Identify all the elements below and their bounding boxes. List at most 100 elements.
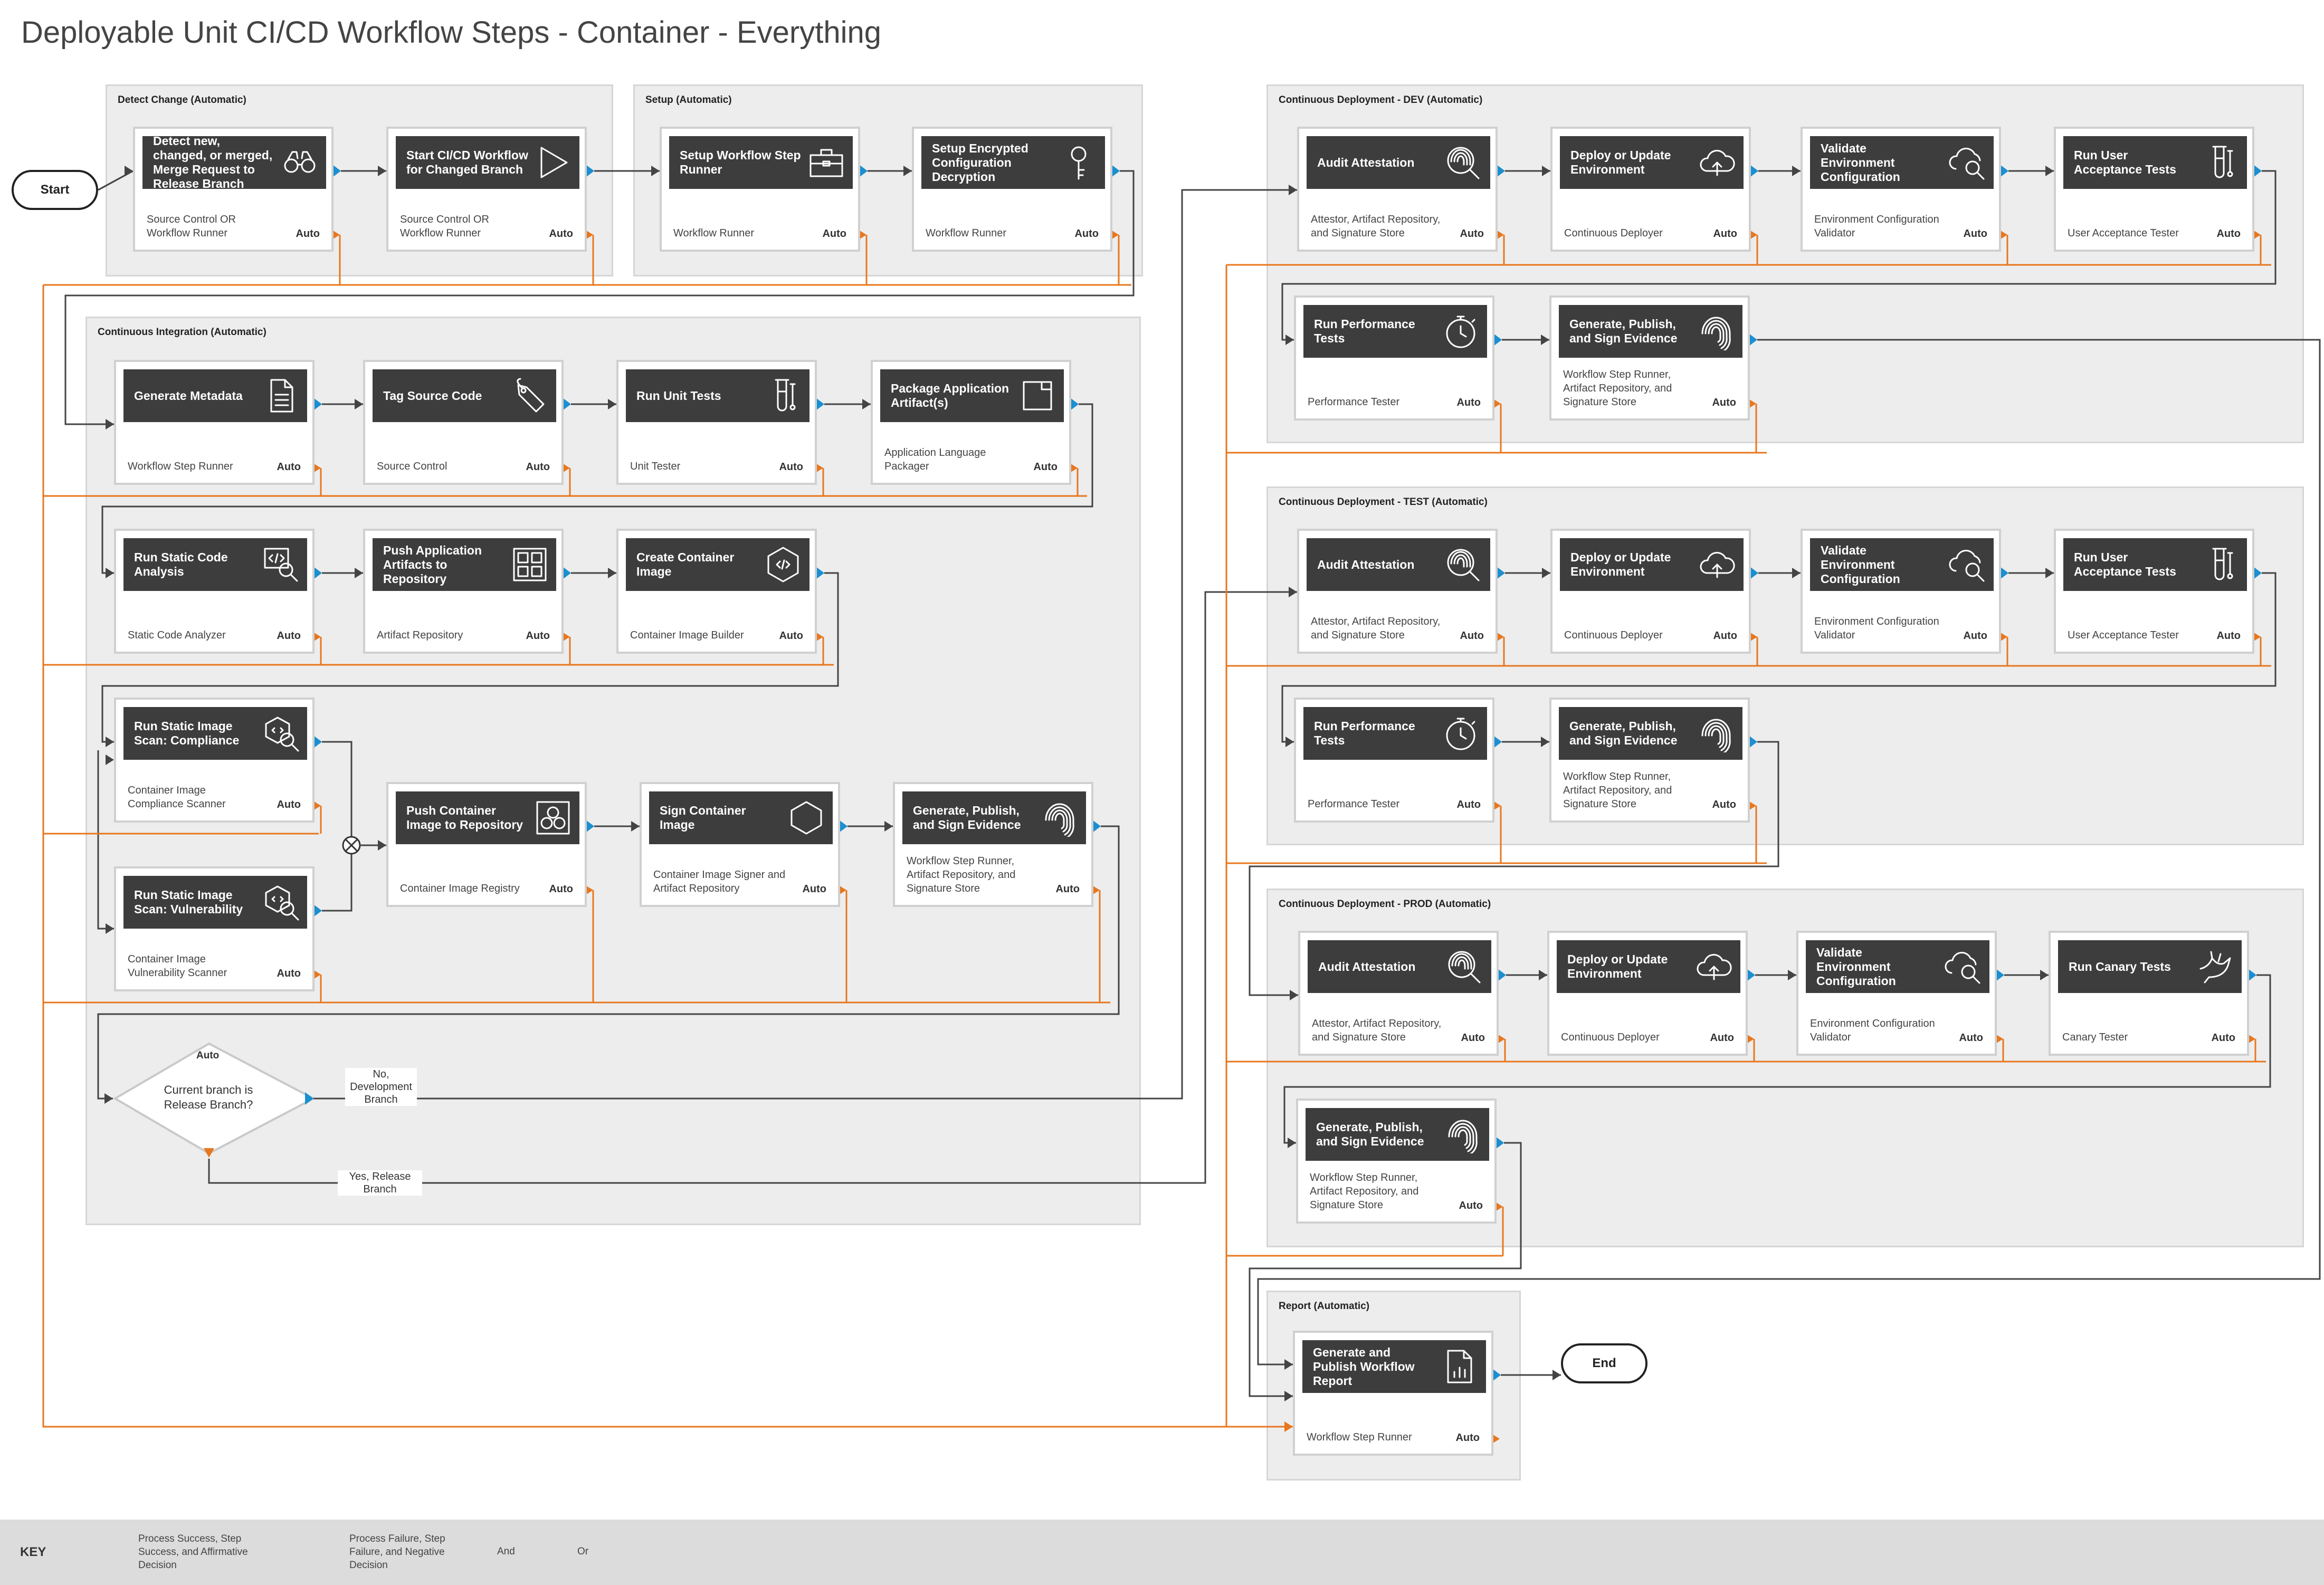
decision-no-label: No, Development Branch <box>345 1068 417 1106</box>
step-header: Deploy or Update Environment <box>1560 538 1744 591</box>
legend-bar: KEY Process Success, Step Success, and A… <box>0 1520 2324 1585</box>
step-card-c03[interactable]: Setup Workflow Step Runner Workflow Runn… <box>660 127 860 252</box>
start-terminal[interactable]: Start <box>12 170 98 210</box>
step-card-t03[interactable]: Validate Environment Configuration Envir… <box>1801 529 2001 654</box>
step-card-c13[interactable]: Run Static Image Scan: Vulnerability Con… <box>114 866 315 991</box>
code-magnifier-icon <box>264 548 298 582</box>
arrowhead <box>1539 970 1547 980</box>
success-marker <box>313 736 322 748</box>
step-card-t05[interactable]: Run Performance Tests Performance Tester… <box>1294 698 1494 823</box>
step-card-c01[interactable]: Detect new, changed, or merged, Merge Re… <box>133 127 334 252</box>
step-auto-badge: Auto <box>1461 1032 1485 1044</box>
step-card-t06[interactable]: Generate, Publish, and Sign Evidence Wor… <box>1549 698 1750 823</box>
arrowhead <box>1552 1370 1561 1380</box>
step-header: Generate, Publish, and Sign Evidence <box>1559 305 1742 358</box>
step-header: Sign Container Image <box>649 791 833 844</box>
decision-question: Current branch is Release Branch? <box>164 1083 253 1111</box>
step-card-c16[interactable]: Generate, Publish, and Sign Evidence Wor… <box>893 782 1093 907</box>
step-auto-badge: Auto <box>822 228 846 240</box>
step-card-c10[interactable]: Push Application Artifacts to Repository… <box>363 529 564 654</box>
success-marker <box>2000 567 2008 579</box>
step-title: Push Container Image to Repository <box>406 804 523 832</box>
step-auto-badge: Auto <box>1074 228 1099 240</box>
step-card-p04[interactable]: Run Canary Tests Canary Tester Auto <box>2049 931 2249 1056</box>
step-card-d02[interactable]: Deploy or Update Environment Continuous … <box>1550 127 1751 252</box>
decision-auto-label: Auto <box>196 1050 220 1061</box>
step-header: Generate, Publish, and Sign Evidence <box>902 791 1086 844</box>
step-owner: Continuous Deployer <box>1561 1032 1660 1043</box>
step-card-p03[interactable]: Validate Environment Configuration Envir… <box>1796 931 1997 1056</box>
step-card-d06[interactable]: Generate, Publish, and Sign Evidence Wor… <box>1549 295 1750 421</box>
stopwatch-icon <box>1446 316 1475 348</box>
step-auto-badge: Auto <box>1033 461 1058 473</box>
step-card-c12[interactable]: Run Static Image Scan: Compliance Contai… <box>114 698 315 823</box>
arrowhead <box>106 568 114 578</box>
step-auto-badge: Auto <box>1456 799 1481 810</box>
step-header: Detect new, changed, or merged, Merge Re… <box>142 134 326 190</box>
step-auto-badge: Auto <box>779 630 803 642</box>
step-title: Run Unit Tests <box>636 388 721 403</box>
step-header: Create Container Image <box>626 538 809 591</box>
arrowhead <box>1792 568 1801 578</box>
step-card-d01[interactable]: Audit Attestation Attestor, Artifact Rep… <box>1297 127 1498 252</box>
step-auto-badge: Auto <box>1712 799 1736 810</box>
step-owner: Workflow Step Runner <box>128 461 233 472</box>
step-card-r01[interactable]: Generate and Publish Workflow Report Wor… <box>1293 1331 1493 1456</box>
step-header: Generate Metadata <box>123 369 307 422</box>
step-auto-badge: Auto <box>1460 228 1484 240</box>
step-owner: Workflow Step Runner, Artifact Repositor… <box>1563 771 1672 810</box>
end-terminal[interactable]: End <box>1561 1343 1647 1383</box>
arrowhead <box>1284 1421 1293 1432</box>
arrowhead <box>1284 1359 1293 1370</box>
step-card-c06[interactable]: Tag Source Code Source Control Auto <box>363 360 564 485</box>
step-card-c15[interactable]: Sign Container Image Container Image Sig… <box>640 782 840 907</box>
step-title: Sign Container Image <box>660 804 746 832</box>
diagram-canvas: Deployable Unit CI/CD Workflow Steps - C… <box>0 0 2324 1585</box>
step-owner: Continuous Deployer <box>1564 629 1663 641</box>
arrowhead <box>378 166 386 176</box>
arrowhead <box>106 755 114 765</box>
step-card-p02[interactable]: Deploy or Update Environment Continuous … <box>1547 931 1748 1056</box>
step-auto-badge: Auto <box>549 228 573 240</box>
step-card-d05[interactable]: Run Performance Tests Performance Tester… <box>1294 295 1494 421</box>
step-card-p01[interactable]: Audit Attestation Attestor, Artifact Rep… <box>1298 931 1499 1056</box>
step-card-d03[interactable]: Validate Environment Configuration Envir… <box>1801 127 2001 252</box>
step-card-c07[interactable]: Run Unit Tests Unit Tester Auto <box>616 360 817 485</box>
step-card-c08[interactable]: Package Application Artifact(s) Applicat… <box>871 360 1071 485</box>
success-marker <box>1750 567 1758 579</box>
step-card-c05[interactable]: Generate Metadata Workflow Step Runner A… <box>114 360 315 485</box>
step-auto-badge: Auto <box>549 883 573 895</box>
decision-yes-marker <box>305 1092 313 1105</box>
step-header: Push Container Image to Repository <box>396 791 579 844</box>
step-card-t01[interactable]: Audit Attestation Attestor, Artifact Rep… <box>1297 529 1498 654</box>
step-header: Run Performance Tests <box>1303 305 1487 358</box>
step-card-t02[interactable]: Deploy or Update Environment Continuous … <box>1550 529 1751 654</box>
step-card-c11[interactable]: Create Container Image Container Image B… <box>616 529 817 654</box>
step-auto-badge: Auto <box>1710 1032 1734 1044</box>
step-card-c02[interactable]: Start CI/CD Workflow for Changed Branch … <box>386 127 587 252</box>
step-card-p05[interactable]: Generate, Publish, and Sign Evidence Wor… <box>1296 1099 1497 1224</box>
tag-icon <box>517 378 545 413</box>
step-owner: Source Control <box>377 461 447 472</box>
step-auto-badge: Auto <box>277 461 301 473</box>
step-auto-badge: Auto <box>1460 630 1484 642</box>
step-title: Run Canary Tests <box>2069 959 2171 973</box>
step-owner: Workflow Runner <box>926 227 1007 239</box>
step-card-c04[interactable]: Setup Encrypted Configuration Decryption… <box>912 127 1112 252</box>
step-card-d04[interactable]: Run User Acceptance Tests User Acceptanc… <box>2054 127 2254 252</box>
arrowhead <box>1284 1391 1293 1401</box>
step-card-c14[interactable]: Push Container Image to Repository Conta… <box>386 782 587 907</box>
step-auto-badge: Auto <box>1055 883 1080 895</box>
success-marker <box>1493 333 1502 346</box>
step-card-c09[interactable]: Run Static Code Analysis Static Code Ana… <box>114 529 315 654</box>
step-card-t04[interactable]: Run User Acceptance Tests User Acceptanc… <box>2054 529 2254 654</box>
step-header: Run User Acceptance Tests <box>2063 538 2247 591</box>
step-header: Run User Acceptance Tests <box>2063 136 2247 189</box>
step-auto-badge: Auto <box>1712 397 1736 408</box>
step-header: Validate Environment Configuration <box>1810 538 1994 591</box>
step-owner: User Acceptance Tester <box>2068 629 2179 641</box>
cloud-magnifier-icon <box>1949 148 1985 180</box>
cloud-magnifier-icon <box>1949 550 1985 582</box>
arrowhead <box>1788 970 1796 980</box>
success-marker <box>2253 165 2262 177</box>
